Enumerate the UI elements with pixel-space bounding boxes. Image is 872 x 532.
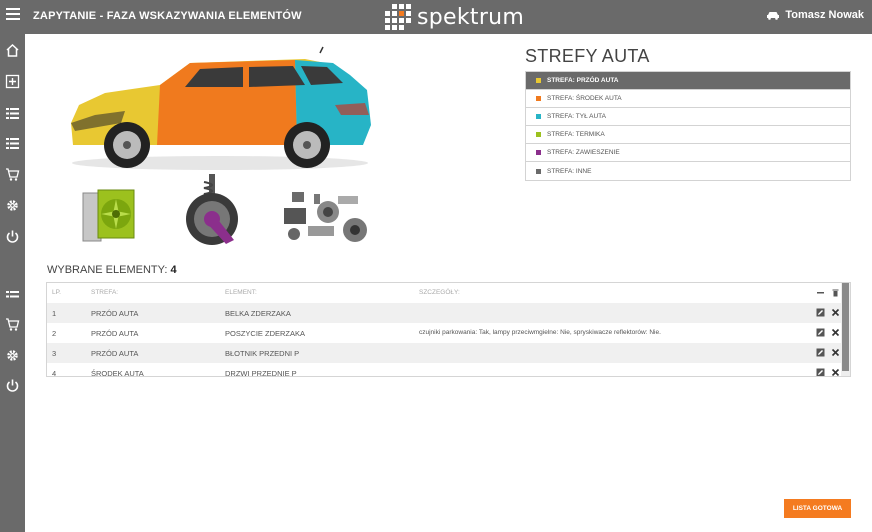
row-lp: 1 xyxy=(52,309,57,318)
zone-label: STREFA: TERMIKA xyxy=(547,131,605,138)
list-icon[interactable] xyxy=(5,136,20,151)
zone-item[interactable]: STREFA: TYŁ AUTA xyxy=(526,108,850,126)
row-lp: 4 xyxy=(52,369,57,377)
selected-elements-table: LP. STREFA: ELEMENT: SZCZEGÓŁY: 1 PRZÓD A… xyxy=(46,282,851,377)
zone-item[interactable]: STREFA: PRZÓD AUTA xyxy=(526,72,850,90)
selected-label: WYBRANE ELEMENTY: xyxy=(47,264,168,276)
radiator-image[interactable] xyxy=(80,185,140,245)
hamburger-menu-icon[interactable] xyxy=(6,8,20,22)
misc-parts-image[interactable] xyxy=(278,186,373,246)
row-element: BELKA ZDERZAKA xyxy=(225,309,291,318)
zone-label: STREFA: TYŁ AUTA xyxy=(547,113,606,120)
selected-count: 4 xyxy=(170,264,177,276)
zone-item[interactable]: STREFA: TERMIKA xyxy=(526,126,850,144)
logo-text: spektrum xyxy=(417,4,525,30)
zone-color-swatch xyxy=(536,132,541,137)
delete-icon[interactable] xyxy=(831,368,840,377)
table-row[interactable]: 3 PRZÓD AUTA BŁOTNIK PRZEDNI P xyxy=(47,343,842,363)
edit-icon[interactable] xyxy=(816,368,825,377)
zone-label: STREFA: INNE xyxy=(547,167,592,175)
row-strefa: PRZÓD AUTA xyxy=(91,349,139,358)
delete-icon[interactable] xyxy=(831,328,840,337)
logo-grid-icon xyxy=(385,4,411,30)
zones-list: STREFA: PRZÓD AUTA STREFA: ŚRODEK AUTA STR… xyxy=(525,71,851,181)
edit-icon[interactable] xyxy=(816,308,825,317)
add-icon[interactable] xyxy=(5,74,20,89)
zone-item[interactable]: STREFA: ZAWIESZENIE xyxy=(526,144,850,162)
gear-icon[interactable] xyxy=(5,348,20,363)
list-icon[interactable] xyxy=(5,106,20,121)
zone-item[interactable]: STREFA: ŚRODEK AUTA xyxy=(526,90,850,108)
col-szczegoly: SZCZEGÓŁY: xyxy=(419,289,460,296)
scrollbar-thumb[interactable] xyxy=(842,283,849,371)
suspension-image[interactable] xyxy=(182,172,242,247)
row-strefa: ŚRODEK AUTA xyxy=(91,369,144,377)
row-element: DRZWI PRZEDNIE P xyxy=(225,369,297,377)
table-scrollbar[interactable] xyxy=(841,283,850,376)
cart-icon[interactable] xyxy=(5,167,20,182)
row-element: BŁOTNIK PRZEDNI P xyxy=(225,349,300,358)
logo: spektrum xyxy=(385,2,524,32)
power-icon[interactable] xyxy=(5,378,20,393)
row-strefa: PRZÓD AUTA xyxy=(91,329,139,338)
zone-color-swatch xyxy=(536,168,541,174)
delete-icon[interactable] xyxy=(831,348,840,357)
zone-label: STREFA: ZAWIESZENIE xyxy=(547,149,620,156)
user-name: Tomasz Nowak xyxy=(785,9,864,21)
row-szczegoly: czujniki parkowania: Tak, lampy przeciwm… xyxy=(419,329,661,336)
edit-icon[interactable] xyxy=(816,328,825,337)
trash-icon[interactable] xyxy=(831,288,840,297)
home-icon[interactable] xyxy=(5,43,20,58)
col-lp: LP. xyxy=(52,289,61,296)
car-zones-image[interactable] xyxy=(65,45,380,175)
zone-color-swatch xyxy=(536,114,541,119)
power-icon[interactable] xyxy=(5,229,20,244)
list-done-button[interactable]: LISTA GOTOWA xyxy=(784,499,851,518)
col-strefa: STREFA: xyxy=(91,289,119,296)
sidebar xyxy=(0,34,25,532)
cart-icon[interactable] xyxy=(5,317,20,332)
page-title: ZAPYTANIE - FAZA WSKAZYWANIA ELEMENTÓW xyxy=(33,10,302,22)
edit-icon[interactable] xyxy=(816,348,825,357)
table-row[interactable]: 4 ŚRODEK AUTA DRZWI PRZEDNIE P xyxy=(47,363,842,377)
table-row[interactable]: 1 PRZÓD AUTA BELKA ZDERZAKA xyxy=(47,303,842,323)
row-strefa: PRZÓD AUTA xyxy=(91,309,139,318)
top-bar: ZAPYTANIE - FAZA WSKAZYWANIA ELEMENTÓW s… xyxy=(0,0,872,34)
zone-label: STREFA: ŚRODEK AUTA xyxy=(547,95,622,102)
zone-label: STREFA: PRZÓD AUTA xyxy=(547,77,619,84)
table-header: LP. STREFA: ELEMENT: SZCZEGÓŁY: xyxy=(47,283,842,303)
zone-color-swatch xyxy=(536,96,541,101)
collapse-icon[interactable] xyxy=(816,288,825,297)
zones-title: STREFY AUTA xyxy=(525,46,650,66)
car-icon xyxy=(767,11,780,20)
gear-icon[interactable] xyxy=(5,198,20,213)
zone-color-swatch xyxy=(536,150,541,155)
list-icon[interactable] xyxy=(5,288,20,303)
row-lp: 3 xyxy=(52,349,57,358)
zone-item[interactable]: STREFA: INNE xyxy=(526,162,850,180)
zone-color-swatch xyxy=(536,78,541,83)
delete-icon[interactable] xyxy=(831,308,840,317)
col-element: ELEMENT: xyxy=(225,289,257,296)
row-element: POSZYCIE ZDERZAKA xyxy=(225,329,306,338)
user-menu[interactable]: Tomasz Nowak xyxy=(766,9,864,21)
selected-elements-title: WYBRANE ELEMENTY: 4 xyxy=(47,264,177,276)
row-lp: 2 xyxy=(52,329,57,338)
table-row[interactable]: 2 PRZÓD AUTA POSZYCIE ZDERZAKA czujniki par… xyxy=(47,323,842,343)
